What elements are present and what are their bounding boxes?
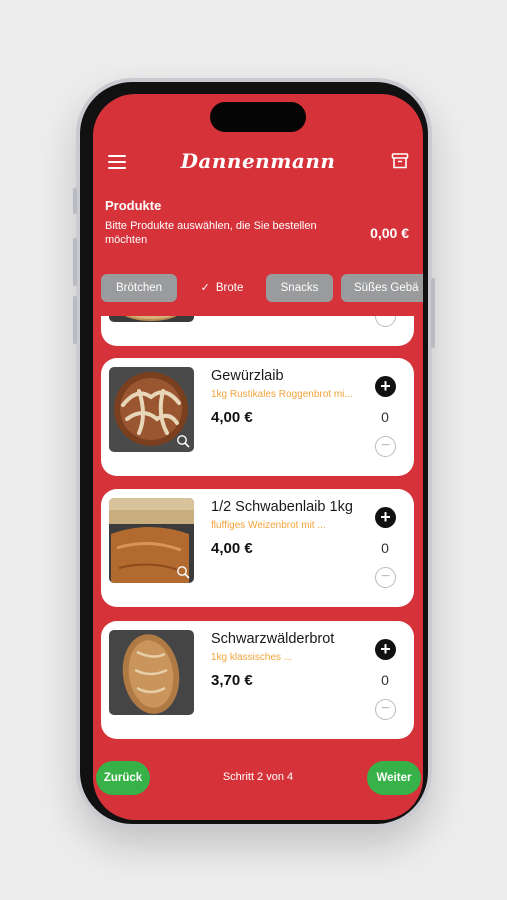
product-card[interactable]: Gewürzlaib 1kg Rustikales Roggenbrot mi.…	[101, 358, 414, 476]
product-description: 1kg Rustikales Roggenbrot mi...	[211, 389, 353, 400]
product-quantity: 0	[381, 409, 389, 425]
increase-quantity-button[interactable]: +	[375, 376, 396, 397]
product-image[interactable]	[109, 498, 194, 583]
plus-icon: +	[380, 376, 391, 396]
product-quantity: 0	[381, 672, 389, 688]
product-name: Schwarzwälderbrot	[211, 631, 335, 647]
product-name: Gewürzlaib	[211, 368, 284, 384]
product-image	[109, 316, 194, 322]
product-price: 3,70 €	[211, 672, 253, 689]
order-total: 0,00 €	[370, 225, 409, 241]
product-name: 1/2 Schwabenlaib 1kg	[211, 499, 353, 515]
product-list[interactable]: − Gewürzlaib 1kg Rustikales Rog	[93, 316, 423, 756]
increase-quantity-button[interactable]: +	[375, 507, 396, 528]
page-title: Produkte	[105, 198, 162, 213]
phone-bezel: Dannenmann Produkte Bitte Produkte auswä…	[80, 82, 428, 824]
tab-broetchen[interactable]: Brötchen	[101, 274, 177, 302]
tab-suesses-gebaeck[interactable]: Süßes Gebä	[341, 274, 423, 302]
product-card[interactable]: 1/2 Schwabenlaib 1kg fluffiges Weizenbro…	[101, 489, 414, 607]
page-subtitle: Bitte Produkte auswählen, die Sie bestel…	[105, 220, 317, 246]
plus-icon: +	[380, 507, 391, 527]
minus-icon: −	[380, 568, 391, 585]
power-button	[431, 278, 435, 348]
decrease-quantity-button[interactable]: −	[375, 436, 396, 457]
decrease-quantity-button[interactable]: −	[375, 699, 396, 720]
tab-brote[interactable]: ✓ Brote	[185, 274, 259, 302]
mute-switch	[73, 188, 77, 214]
decrease-quantity-button[interactable]: −	[375, 567, 396, 588]
bottom-navigation: Zurück Schritt 2 von 4 Weiter	[93, 760, 423, 804]
product-price: 4,00 €	[211, 409, 253, 426]
next-button[interactable]: Weiter	[367, 761, 421, 795]
product-quantity: 0	[381, 540, 389, 556]
product-description: 1kg klassisches ...	[211, 652, 293, 663]
product-price: 4,00 €	[211, 540, 253, 557]
zoom-icon[interactable]	[176, 434, 190, 448]
volume-down-button	[73, 296, 77, 344]
tab-snacks[interactable]: Snacks	[266, 274, 333, 302]
volume-up-button	[73, 238, 77, 286]
dynamic-island	[210, 102, 306, 132]
plus-icon: +	[380, 639, 391, 659]
top-bar: Dannenmann	[93, 146, 423, 180]
product-image[interactable]	[109, 367, 194, 452]
product-description: fluffiges Weizenbrot mit ...	[211, 520, 326, 531]
check-icon: ✓	[200, 282, 210, 294]
app-screen: Dannenmann Produkte Bitte Produkte auswä…	[93, 94, 423, 820]
phone-frame: Dannenmann Produkte Bitte Produkte auswä…	[73, 78, 435, 828]
category-tabs: Brötchen ✓ Brote Snacks Süßes Gebä	[101, 274, 423, 304]
minus-icon: −	[381, 316, 390, 324]
minus-icon: −	[380, 437, 391, 454]
archive-icon[interactable]	[391, 152, 409, 170]
decrease-quantity-button[interactable]: −	[375, 316, 396, 327]
minus-icon: −	[380, 700, 391, 717]
product-image[interactable]	[109, 630, 194, 715]
product-card[interactable]: Schwarzwälderbrot 1kg klassisches ... 3,…	[101, 621, 414, 739]
increase-quantity-button[interactable]: +	[375, 639, 396, 660]
brand-logo: Dannenmann	[180, 149, 336, 173]
product-card-partial: −	[101, 316, 414, 346]
zoom-icon[interactable]	[176, 565, 190, 579]
